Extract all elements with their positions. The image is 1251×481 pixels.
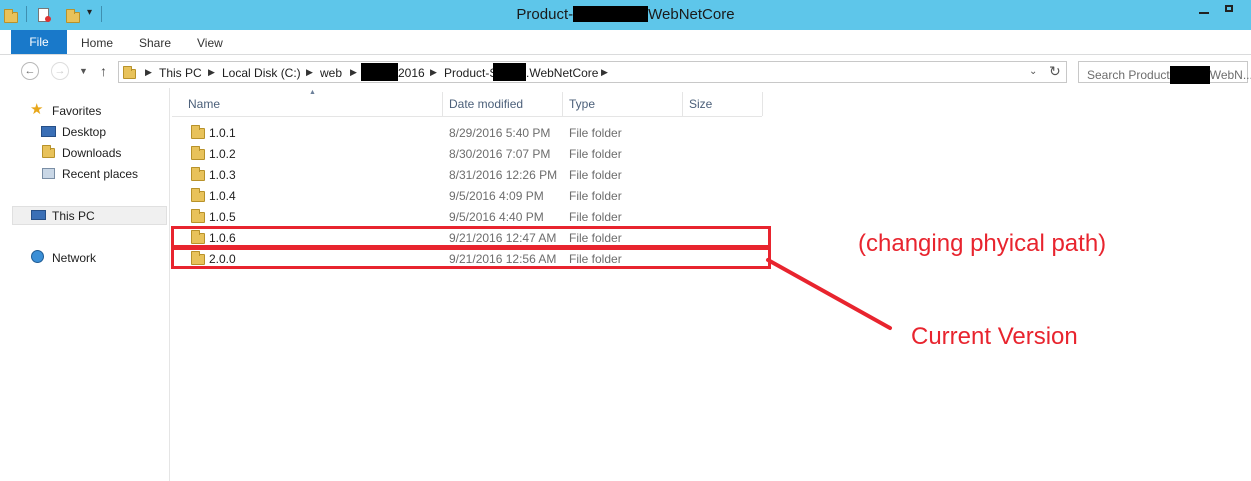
pane-divider[interactable] — [169, 88, 170, 481]
forward-button[interactable]: → — [51, 62, 69, 80]
tab-file[interactable]: File — [11, 30, 67, 54]
recent-places-icon — [42, 168, 55, 179]
row-type: File folder — [569, 168, 622, 182]
chevron-right-icon[interactable]: ▶ — [208, 67, 215, 78]
annotation-changing-path: (changing phyical path) — [858, 230, 1107, 257]
breadcrumb-2016[interactable]: 2016 — [398, 66, 425, 80]
row-name: 1.0.5 — [209, 210, 236, 224]
column-header-type[interactable]: Type — [563, 92, 683, 116]
row-type: File folder — [569, 210, 622, 224]
ribbon — [0, 30, 1251, 55]
tab-home[interactable]: Home — [81, 36, 113, 50]
folder-icon — [191, 146, 205, 160]
row-date: 9/5/2016 4:40 PM — [449, 210, 544, 224]
highlight-box — [171, 247, 771, 269]
chevron-down-icon[interactable]: ⌄ — [1029, 66, 1037, 77]
folder-icon — [191, 188, 205, 202]
nav-this-pc[interactable]: This PC — [52, 209, 95, 223]
window-title-prefix: Product- — [516, 6, 574, 23]
computer-icon — [31, 210, 46, 220]
close-button[interactable] — [1243, 0, 1251, 20]
chevron-right-icon[interactable]: ▶ — [601, 67, 608, 78]
folder-icon — [123, 66, 136, 79]
breadcrumb-webnetcore[interactable]: .WebNetCore — [526, 66, 598, 80]
breadcrumb-this-pc[interactable]: This PC — [159, 66, 202, 80]
column-header-name[interactable]: Name — [182, 92, 443, 116]
row-date: 9/5/2016 4:09 PM — [449, 189, 544, 203]
row-name: 1.0.4 — [209, 189, 236, 203]
network-icon — [31, 250, 44, 263]
minimize-button[interactable] — [1191, 0, 1217, 20]
downloads-icon — [42, 145, 55, 158]
window-title-suffix: WebNetCore — [648, 6, 735, 23]
up-arrow-icon[interactable]: ↑ — [100, 63, 107, 79]
column-header-size[interactable]: Size — [683, 92, 763, 116]
chevron-right-icon[interactable]: ▶ — [306, 67, 313, 78]
search-placeholder: Search Product WebN... — [1087, 66, 1251, 84]
breadcrumb-web[interactable]: web — [320, 66, 342, 80]
chevron-right-icon[interactable]: ▶ — [430, 67, 437, 78]
nav-desktop[interactable]: Desktop — [62, 125, 106, 139]
chevron-right-icon[interactable]: ▶ — [145, 67, 152, 78]
annotation-arrow — [766, 258, 892, 330]
nav-downloads[interactable]: Downloads — [62, 146, 121, 160]
nav-network[interactable]: Network — [52, 251, 96, 265]
row-name: 1.0.3 — [209, 168, 236, 182]
redaction — [493, 63, 526, 81]
refresh-icon[interactable]: ↻ — [1049, 63, 1061, 80]
tab-share[interactable]: Share — [139, 36, 171, 50]
row-type: File folder — [569, 147, 622, 161]
maximize-button[interactable] — [1217, 0, 1243, 20]
window-title: Product- WebNetCore — [0, 6, 1251, 23]
table-row[interactable]: 1.0.4 9/5/2016 4:09 PM File folder — [172, 185, 762, 206]
folder-icon — [191, 167, 205, 181]
folder-icon — [191, 125, 205, 139]
highlight-box — [171, 226, 771, 248]
breadcrumb-product[interactable]: Product-S — [444, 66, 497, 80]
redaction — [361, 63, 398, 81]
table-row[interactable]: 1.0.1 8/29/2016 5:40 PM File folder — [172, 122, 762, 143]
row-date: 8/29/2016 5:40 PM — [449, 126, 551, 140]
search-placeholder-suffix: WebN... — [1209, 68, 1251, 82]
back-button[interactable]: ← — [21, 62, 39, 80]
row-name: 1.0.1 — [209, 126, 236, 140]
table-row[interactable]: 1.0.3 8/31/2016 12:26 PM File folder — [172, 164, 762, 185]
table-row[interactable]: 1.0.2 8/30/2016 7:07 PM File folder — [172, 143, 762, 164]
header-divider — [172, 116, 762, 117]
row-date: 8/30/2016 7:07 PM — [449, 147, 551, 161]
nav-favorites[interactable]: Favorites — [52, 104, 101, 118]
nav-recent-places[interactable]: Recent places — [62, 167, 138, 181]
chevron-right-icon[interactable]: ▶ — [350, 67, 357, 78]
table-row[interactable]: 1.0.5 9/5/2016 4:40 PM File folder — [172, 206, 762, 227]
tab-view[interactable]: View — [197, 36, 223, 50]
recent-locations-icon[interactable]: ▼ — [79, 66, 88, 76]
breadcrumb-local-disk[interactable]: Local Disk (C:) — [222, 66, 301, 80]
row-name: 1.0.2 — [209, 147, 236, 161]
column-header-date[interactable]: Date modified — [443, 92, 563, 116]
row-type: File folder — [569, 189, 622, 203]
annotation-current-version: Current Version — [911, 323, 1078, 350]
desktop-icon — [41, 126, 56, 137]
folder-icon — [191, 209, 205, 223]
row-type: File folder — [569, 126, 622, 140]
row-date: 8/31/2016 12:26 PM — [449, 168, 558, 182]
redaction — [1169, 66, 1210, 84]
search-placeholder-prefix: Search Product — [1087, 68, 1170, 82]
star-icon: ★ — [30, 101, 44, 118]
redaction — [573, 6, 649, 22]
